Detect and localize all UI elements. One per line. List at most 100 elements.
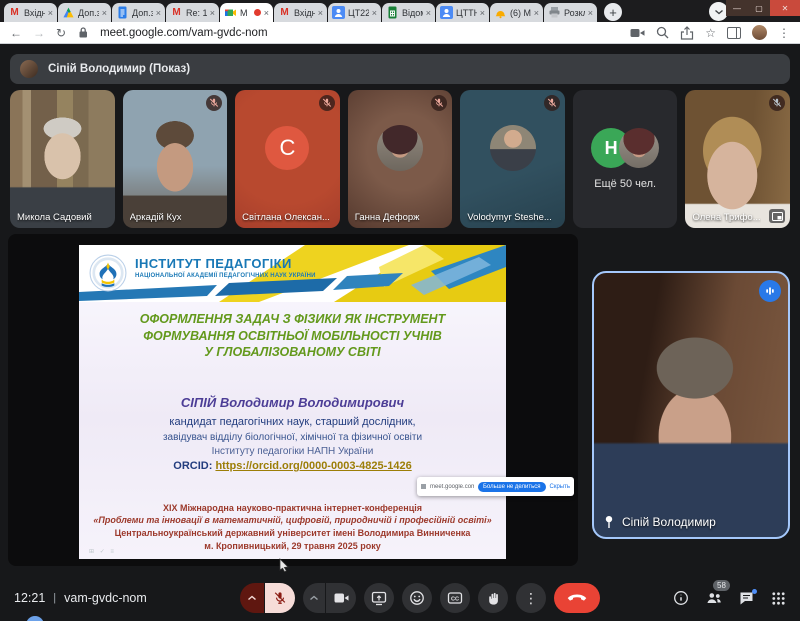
tab-gmail-re19[interactable]: M Re: 19 × xyxy=(166,3,219,22)
meeting-details-button[interactable] xyxy=(673,590,689,606)
hand-icon xyxy=(485,590,501,606)
chat-button[interactable] xyxy=(739,591,754,605)
new-tab-button[interactable]: + xyxy=(604,3,622,21)
pin-icon[interactable] xyxy=(603,515,615,529)
tab-close-icon[interactable]: × xyxy=(210,8,215,18)
orcid-line: ORCID: https://orcid.org/0000-0003-4825-… xyxy=(79,460,506,472)
stop-sharing-button[interactable]: Больше не делиться xyxy=(478,482,546,492)
tab-close-icon[interactable]: × xyxy=(102,8,107,18)
browser-menu-icon[interactable]: ⋮ xyxy=(778,27,790,39)
tab-close-icon[interactable]: × xyxy=(264,8,269,18)
tab-6m[interactable]: (6) М × xyxy=(490,3,543,22)
meeting-code: vam-gvdc-nom xyxy=(64,591,147,605)
raise-hand-button[interactable] xyxy=(478,583,508,613)
call-controls: CC ⋮ xyxy=(240,583,600,613)
letter-avatar: C xyxy=(265,126,309,170)
tab-title: Вхідн xyxy=(294,8,315,18)
tab-sheets[interactable]: Відом × xyxy=(382,3,435,22)
participant-tile[interactable]: C Світлана Олексан... xyxy=(235,90,340,228)
author-position: завідувач відділу біологічної, хімічної … xyxy=(79,432,506,443)
share-icon[interactable] xyxy=(680,26,694,40)
zoom-icon[interactable] xyxy=(656,26,669,39)
photo-avatar xyxy=(377,125,423,171)
profile-avatar[interactable] xyxy=(752,25,767,40)
active-speaker-tile[interactable]: Сіпій Володимир xyxy=(592,271,790,539)
overflow-avatars: Н xyxy=(591,128,659,168)
participant-tile[interactable]: Аркадій Кух xyxy=(123,90,228,228)
tab-close-icon[interactable]: × xyxy=(318,8,323,18)
conference-line-3: Центральноукраїнський державний універси… xyxy=(79,528,506,538)
tab-drive[interactable]: Доп.з × xyxy=(58,3,111,22)
camera-control xyxy=(303,583,356,613)
present-button[interactable] xyxy=(364,583,394,613)
tab-meet-active[interactable]: М × xyxy=(220,3,273,22)
overflow-participants-tile[interactable]: Н Ещё 50 чел. xyxy=(573,90,678,228)
participant-name: Аркадій Кух xyxy=(130,212,182,223)
reactions-button[interactable] xyxy=(402,583,432,613)
mic-muted-icon xyxy=(431,95,447,111)
bookmark-star-icon[interactable]: ☆ xyxy=(705,27,716,39)
grid-icon xyxy=(771,591,786,606)
tab-close-icon[interactable]: × xyxy=(480,8,485,18)
mouse-cursor xyxy=(279,558,290,572)
mic-options-chevron[interactable] xyxy=(240,583,264,613)
camera-indicator-icon[interactable] xyxy=(630,27,645,39)
tab-docs[interactable]: Доп.з × xyxy=(112,3,165,22)
back-icon[interactable]: ← xyxy=(10,27,22,39)
participant-tile[interactable]: Микола Садовий xyxy=(10,90,115,228)
participant-tile[interactable]: Олена Трифо... xyxy=(685,90,790,228)
notice-text: meet.google.com открыл доступ к вашему э… xyxy=(430,484,474,490)
screen-share-tile[interactable]: ІНСТИТУТ ПЕДАГОГІКИ НАЦІОНАЛЬНОЇ АКАДЕМІ… xyxy=(8,234,578,566)
side-panel-icon[interactable] xyxy=(727,27,741,39)
presentation-slide: ІНСТИТУТ ПЕДАГОГІКИ НАЦІОНАЛЬНОЇ АКАДЕМІ… xyxy=(79,245,506,559)
camera-button[interactable] xyxy=(326,583,356,613)
meet-control-bar: 12:21 | vam-gvdc-nom xyxy=(0,575,800,621)
chevron-down-icon xyxy=(714,9,724,15)
tab-close-icon[interactable]: × xyxy=(156,8,161,18)
tab-close-icon[interactable]: × xyxy=(534,8,539,18)
forward-icon[interactable]: → xyxy=(33,27,45,39)
conference-line-4: м. Кропивницький, 29 травня 2025 року xyxy=(79,541,506,551)
photo-avatar xyxy=(619,128,659,168)
close-window-button[interactable]: ✕ xyxy=(770,0,800,16)
participant-name: Микола Садовий xyxy=(17,212,92,223)
orcid-label: ORCID: xyxy=(173,460,212,472)
participant-tile[interactable]: Ганна Дефорж xyxy=(348,90,453,228)
tab-title: Вхідн xyxy=(24,8,45,18)
mic-off-button[interactable] xyxy=(265,583,295,613)
tab-ct22[interactable]: ЦТ22 × xyxy=(328,3,381,22)
participant-tile[interactable]: Volodymyr Steshe... xyxy=(460,90,565,228)
tab-close-icon[interactable]: × xyxy=(372,8,377,18)
tab-close-icon[interactable]: × xyxy=(48,8,53,18)
reload-icon[interactable]: ↻ xyxy=(56,27,66,39)
presenter-banner: Сіпій Володимир (Показ) xyxy=(10,54,790,84)
more-options-button[interactable]: ⋮ xyxy=(516,583,546,613)
bell-icon xyxy=(494,6,507,19)
orcid-link[interactable]: https://orcid.org/0000-0003-4825-1426 xyxy=(215,460,411,472)
gmail-icon: M xyxy=(170,6,183,19)
maximize-button[interactable]: ▢ xyxy=(748,0,770,16)
participants-button[interactable]: 58 xyxy=(706,591,722,605)
lock-icon xyxy=(77,26,89,39)
url-field[interactable]: meet.google.com/vam-gvdc-nom xyxy=(100,27,619,39)
tab-title: Re: 19 xyxy=(186,8,207,18)
hide-notice-button[interactable]: Скрыть xyxy=(550,484,570,490)
end-call-button[interactable] xyxy=(554,583,600,613)
tab-schedule[interactable]: Розкл × xyxy=(544,3,597,22)
end-call-icon xyxy=(567,594,587,602)
picture-in-picture-icon[interactable] xyxy=(769,209,785,223)
captions-button[interactable]: CC xyxy=(440,583,470,613)
tab-gmail-inbox-2[interactable]: M Вхідн × xyxy=(274,3,327,22)
tab-gmail-inbox[interactable]: M Вхідн × xyxy=(4,3,57,22)
window-controls: — ▢ ✕ xyxy=(726,0,800,16)
photo-avatar xyxy=(490,125,536,171)
mic-muted-icon xyxy=(319,95,335,111)
tab-cttn[interactable]: ЦТТН × xyxy=(436,3,489,22)
activities-button[interactable] xyxy=(771,591,786,606)
camera-options-chevron[interactable] xyxy=(303,583,325,613)
tab-title: (6) М xyxy=(510,8,531,18)
tab-close-icon[interactable]: × xyxy=(426,8,431,18)
tab-close-icon[interactable]: × xyxy=(588,8,593,18)
browser-tab-strip: M Вхідн × Доп.з × Доп.з × M Re: 19 × М xyxy=(0,0,800,22)
minimize-button[interactable]: — xyxy=(726,0,748,16)
